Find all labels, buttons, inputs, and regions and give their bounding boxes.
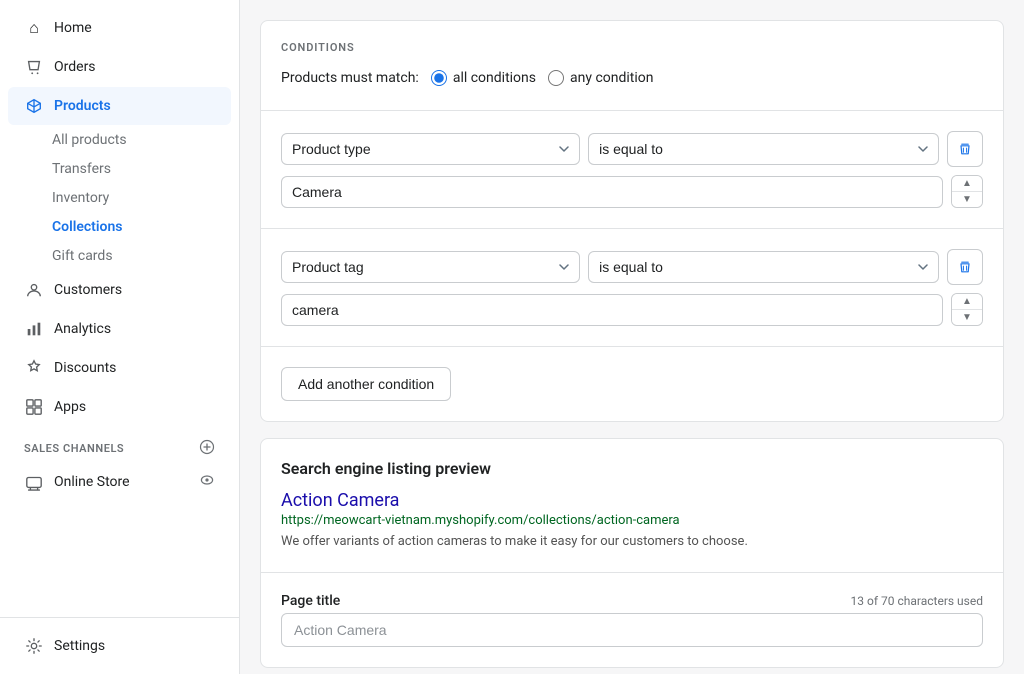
sidebar-item-settings-label: Settings: [54, 638, 105, 654]
condition-2-stepper: ▲ ▼: [951, 293, 983, 326]
home-icon: [24, 18, 44, 38]
condition-1-value-input[interactable]: [281, 176, 943, 208]
match-any-radio[interactable]: [548, 70, 564, 86]
match-all-label: all conditions: [453, 70, 536, 86]
condition-1-stepper-up[interactable]: ▲: [952, 176, 982, 191]
page-title-section: Page title 13 of 70 characters used: [261, 573, 1003, 667]
match-any-option[interactable]: any condition: [548, 70, 654, 86]
sidebar-item-products-label: Products: [54, 98, 111, 114]
sidebar-item-discounts[interactable]: Discounts: [8, 349, 231, 387]
condition-1-operator-select[interactable]: is equal to is not equal to contains doe…: [588, 133, 939, 165]
condition-1-value-row: ▲ ▼: [281, 175, 983, 208]
sidebar-item-customers[interactable]: Customers: [8, 271, 231, 309]
seo-description: We offer variants of action cameras to m…: [281, 532, 983, 552]
discounts-icon: [24, 358, 44, 378]
sidebar-item-home[interactable]: Home: [8, 9, 231, 47]
condition-2-delete-button[interactable]: [947, 249, 983, 285]
condition-2-operator-select[interactable]: is equal to is not equal to contains doe…: [588, 251, 939, 283]
conditions-header: CONDITIONS: [281, 41, 983, 54]
match-label: Products must match:: [281, 70, 419, 86]
seo-preview-card: Search engine listing preview Action Cam…: [260, 438, 1004, 668]
page-title-label-row: Page title 13 of 70 characters used: [281, 593, 983, 609]
online-store-label: Online Store: [54, 474, 130, 490]
add-condition-section: Add another condition: [261, 347, 1003, 421]
online-store-eye-icon[interactable]: [199, 472, 215, 492]
apps-icon: [24, 397, 44, 417]
conditions-card: CONDITIONS Products must match: all cond…: [260, 20, 1004, 422]
sidebar-item-orders[interactable]: Orders: [8, 48, 231, 86]
match-all-option[interactable]: all conditions: [431, 70, 536, 86]
sidebar-item-apps[interactable]: Apps: [8, 388, 231, 426]
page-title-label: Page title: [281, 593, 340, 609]
seo-section-title: Search engine listing preview: [281, 459, 983, 478]
seo-preview-section: Search engine listing preview Action Cam…: [261, 439, 1003, 573]
sidebar-item-apps-label: Apps: [54, 399, 86, 415]
sales-channels-section: SALES CHANNELS: [0, 427, 239, 462]
sidebar-item-analytics-label: Analytics: [54, 321, 111, 337]
condition-2-value-input[interactable]: [281, 294, 943, 326]
settings-icon: [24, 636, 44, 656]
match-all-radio[interactable]: [431, 70, 447, 86]
add-condition-button[interactable]: Add another condition: [281, 367, 451, 401]
online-store-icon: [24, 472, 44, 492]
condition-2-value-row: ▲ ▼: [281, 293, 983, 326]
condition-2-stepper-up[interactable]: ▲: [952, 294, 982, 309]
sidebar-sub-all-products[interactable]: All products: [8, 126, 231, 154]
sidebar-sub-inventory[interactable]: Inventory: [8, 184, 231, 212]
sidebar-item-discounts-label: Discounts: [54, 360, 116, 376]
customers-icon: [24, 280, 44, 300]
condition-2-stepper-down[interactable]: ▼: [952, 310, 982, 325]
conditions-section: CONDITIONS Products must match: all cond…: [261, 21, 1003, 111]
sidebar: Home Orders Products All products Transf…: [0, 0, 240, 674]
page-title-char-count: 13 of 70 characters used: [851, 594, 983, 608]
condition-1-delete-button[interactable]: [947, 131, 983, 167]
condition-block-1: Product type Product tag Product title P…: [261, 111, 1003, 229]
sidebar-item-products[interactable]: Products: [8, 87, 231, 125]
sidebar-item-online-store[interactable]: Online Store: [8, 463, 231, 501]
main-content: CONDITIONS Products must match: all cond…: [240, 0, 1024, 674]
page-title-input[interactable]: [281, 613, 983, 647]
sidebar-item-home-label: Home: [54, 20, 92, 36]
sidebar-sub-transfers[interactable]: Transfers: [8, 155, 231, 183]
sidebar-item-orders-label: Orders: [54, 59, 96, 75]
analytics-icon: [24, 319, 44, 339]
sidebar-sub-collections[interactable]: Collections: [8, 213, 231, 241]
seo-url: https://meowcart-vietnam.myshopify.com/c…: [281, 513, 983, 528]
sidebar-item-analytics[interactable]: Analytics: [8, 310, 231, 348]
match-any-label: any condition: [570, 70, 654, 86]
condition-2-field-row: Product tag Product type Product title P…: [281, 249, 983, 285]
sidebar-sub-gift-cards[interactable]: Gift cards: [8, 242, 231, 270]
condition-1-stepper: ▲ ▼: [951, 175, 983, 208]
sidebar-item-settings[interactable]: Settings: [8, 627, 231, 665]
add-sales-channel-icon[interactable]: [199, 439, 215, 458]
products-icon: [24, 96, 44, 116]
sidebar-item-customers-label: Customers: [54, 282, 122, 298]
match-row: Products must match: all conditions any …: [281, 70, 983, 86]
orders-icon: [24, 57, 44, 77]
seo-title-link[interactable]: Action Camera: [281, 490, 983, 511]
condition-1-stepper-down[interactable]: ▼: [952, 192, 982, 207]
condition-2-field-select[interactable]: Product tag Product type Product title P…: [281, 251, 580, 283]
condition-1-field-row: Product type Product tag Product title P…: [281, 131, 983, 167]
condition-1-field-select[interactable]: Product type Product tag Product title P…: [281, 133, 580, 165]
condition-block-2: Product tag Product type Product title P…: [261, 229, 1003, 347]
sidebar-bottom: Settings: [0, 617, 239, 674]
